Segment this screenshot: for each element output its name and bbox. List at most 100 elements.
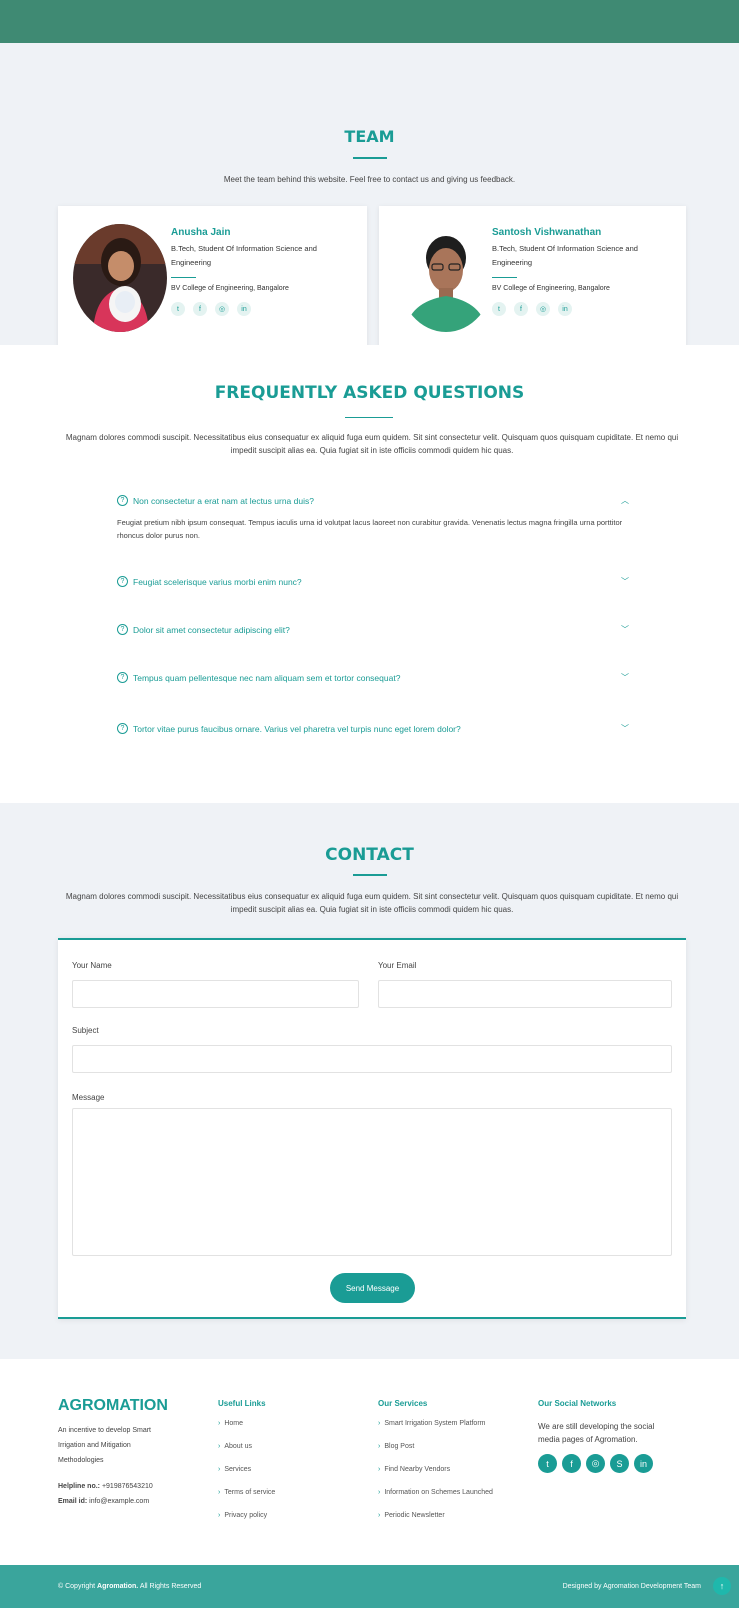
footer-link-about[interactable]: › About us bbox=[218, 1443, 275, 1466]
team-card-santosh: Santosh Vishwanathan B.Tech, Student Of … bbox=[379, 206, 686, 351]
name-label: Your Name bbox=[72, 961, 112, 970]
chevron-right-icon: › bbox=[378, 1512, 381, 1519]
twitter-icon[interactable]: t bbox=[492, 302, 506, 316]
twitter-icon[interactable]: t bbox=[171, 302, 185, 316]
email-label: Your Email bbox=[378, 961, 417, 970]
help-circle-icon: ? bbox=[117, 672, 128, 683]
chevron-right-icon: › bbox=[378, 1489, 381, 1496]
chevron-down-icon[interactable]: ﹀ bbox=[621, 576, 629, 587]
instagram-icon[interactable]: ◎ bbox=[215, 302, 229, 316]
faq-question[interactable]: Dolor sit amet consectetur adipiscing el… bbox=[133, 625, 621, 635]
linkedin-icon[interactable]: in bbox=[237, 302, 251, 316]
help-circle-icon: ? bbox=[117, 576, 128, 587]
subject-field[interactable] bbox=[72, 1045, 672, 1073]
faq-question[interactable]: Non consectetur a erat nam at lectus urn… bbox=[133, 496, 621, 506]
facebook-icon[interactable]: f bbox=[562, 1454, 581, 1473]
back-to-top-button[interactable]: ↑ bbox=[713, 1577, 731, 1595]
social-text: We are still developing the social media… bbox=[538, 1422, 655, 1444]
chevron-down-icon[interactable]: ﹀ bbox=[621, 624, 629, 635]
avatar bbox=[399, 224, 493, 332]
faq-item[interactable]: ? Non consectetur a erat nam at lectus u… bbox=[117, 495, 629, 542]
chevron-up-icon[interactable]: ︿ bbox=[621, 495, 629, 506]
copyright: © Copyright Agromation. All Rights Reser… bbox=[58, 1583, 202, 1590]
team-title-underline bbox=[353, 157, 387, 159]
twitter-icon[interactable]: t bbox=[538, 1454, 557, 1473]
contact-description: Magnam dolores commodi suscipit. Necessi… bbox=[65, 892, 679, 914]
faq-item[interactable]: ? Feugiat scelerisque varius morbi enim … bbox=[117, 576, 629, 587]
footer-service-link[interactable]: › Blog Post bbox=[378, 1443, 493, 1466]
send-message-button[interactable]: Send Message bbox=[330, 1273, 415, 1303]
faq-question[interactable]: Feugiat scelerisque varius morbi enim nu… bbox=[133, 577, 621, 587]
social-column: Our Social Networks We are still develop… bbox=[538, 1399, 668, 1473]
social-title: Our Social Networks bbox=[538, 1399, 617, 1408]
faq-description: Magnam dolores commodi suscipit. Necessi… bbox=[65, 433, 679, 455]
faq-section: FREQUENTLY ASKED QUESTIONS Magnam dolore… bbox=[0, 345, 739, 803]
useful-links-title: Useful Links bbox=[218, 1399, 266, 1408]
facebook-icon[interactable]: f bbox=[514, 302, 528, 316]
footer: AGROMATION An incentive to develop Smart… bbox=[0, 1359, 739, 1568]
faq-title: FREQUENTLY ASKED QUESTIONS bbox=[214, 383, 525, 403]
contact-title-underline bbox=[353, 874, 387, 876]
instagram-icon[interactable]: ◎ bbox=[586, 1454, 605, 1473]
footer-link-terms[interactable]: › Terms of service bbox=[218, 1489, 275, 1512]
contact-title: CONTACT bbox=[325, 845, 414, 865]
credits: Designed by Agromation Development Team bbox=[562, 1583, 701, 1590]
chevron-right-icon: › bbox=[218, 1489, 221, 1496]
chevron-right-icon: › bbox=[218, 1443, 221, 1450]
divider bbox=[171, 277, 196, 278]
name-field[interactable] bbox=[72, 980, 359, 1008]
member-role: B.Tech, Student Of Information Science a… bbox=[171, 244, 317, 267]
faq-question[interactable]: Tortor vitae purus faucibus ornare. Vari… bbox=[133, 724, 621, 734]
linkedin-icon[interactable]: in bbox=[634, 1454, 653, 1473]
help-circle-icon: ? bbox=[117, 495, 128, 506]
chevron-right-icon: › bbox=[378, 1466, 381, 1473]
contact-section: CONTACT Magnam dolores commodi suscipit.… bbox=[0, 803, 739, 1359]
footer-service-link[interactable]: › Find Nearby Vendors bbox=[378, 1466, 493, 1489]
footer-service-link[interactable]: › Information on Schemes Launched bbox=[378, 1489, 493, 1512]
skype-icon[interactable]: S bbox=[610, 1454, 629, 1473]
member-name: Santosh Vishwanathan bbox=[492, 227, 602, 238]
contact-form: Your Name Your Email Subject Message Sen… bbox=[58, 938, 686, 1319]
helpline-label: Helpline no.: bbox=[58, 1483, 100, 1490]
helpline-value: +919876543210 bbox=[101, 1483, 153, 1490]
footer-brand[interactable]: AGROMATION bbox=[58, 1397, 168, 1415]
subject-label: Subject bbox=[72, 1026, 99, 1035]
member-college: BV College of Engineering, Bangalore bbox=[171, 285, 289, 292]
linkedin-icon[interactable]: in bbox=[558, 302, 572, 316]
faq-item[interactable]: ? Tempus quam pellentesque nec nam aliqu… bbox=[117, 672, 629, 683]
facebook-icon[interactable]: f bbox=[193, 302, 207, 316]
services-title: Our Services bbox=[378, 1399, 428, 1408]
chevron-right-icon: › bbox=[378, 1443, 381, 1450]
chevron-down-icon[interactable]: ﹀ bbox=[621, 723, 629, 734]
help-circle-icon: ? bbox=[117, 624, 128, 635]
footer-link-home[interactable]: › Home bbox=[218, 1420, 275, 1443]
message-label: Message bbox=[72, 1093, 105, 1102]
avatar bbox=[73, 224, 167, 332]
bottom-bar: © Copyright Agromation. All Rights Reser… bbox=[0, 1565, 739, 1608]
faq-question[interactable]: Tempus quam pellentesque nec nam aliquam… bbox=[133, 673, 621, 683]
faq-item[interactable]: ? Tortor vitae purus faucibus ornare. Va… bbox=[117, 723, 629, 734]
chevron-right-icon: › bbox=[218, 1420, 221, 1427]
top-header-bar bbox=[0, 0, 739, 43]
instagram-icon[interactable]: ◎ bbox=[536, 302, 550, 316]
divider bbox=[492, 277, 517, 278]
chevron-right-icon: › bbox=[218, 1512, 221, 1519]
chevron-right-icon: › bbox=[378, 1420, 381, 1427]
services-column: Our Services › Smart Irrigation System Pl… bbox=[378, 1399, 493, 1535]
member-name: Anusha Jain bbox=[171, 227, 231, 238]
footer-service-link[interactable]: › Periodic Newsletter bbox=[378, 1512, 493, 1535]
faq-item[interactable]: ? Dolor sit amet consectetur adipiscing … bbox=[117, 624, 629, 635]
member-college: BV College of Engineering, Bangalore bbox=[492, 285, 610, 292]
footer-service-link[interactable]: › Smart Irrigation System Platform bbox=[378, 1420, 493, 1443]
faq-title-underline bbox=[345, 417, 393, 418]
team-card-anusha: Anusha Jain B.Tech, Student Of Informati… bbox=[58, 206, 367, 351]
email-field[interactable] bbox=[378, 980, 672, 1008]
message-textarea[interactable] bbox=[72, 1108, 672, 1256]
footer-link-privacy[interactable]: › Privacy policy bbox=[218, 1512, 275, 1535]
email-value[interactable]: info@example.com bbox=[89, 1498, 149, 1505]
footer-link-services[interactable]: › Services bbox=[218, 1466, 275, 1489]
chevron-down-icon[interactable]: ﹀ bbox=[621, 672, 629, 683]
member-role: B.Tech, Student Of Information Science a… bbox=[492, 244, 638, 267]
team-section: TEAM Meet the team behind this website. … bbox=[0, 43, 739, 351]
footer-contact-info: Helpline no.: +919876543210 Email id: in… bbox=[58, 1479, 153, 1509]
